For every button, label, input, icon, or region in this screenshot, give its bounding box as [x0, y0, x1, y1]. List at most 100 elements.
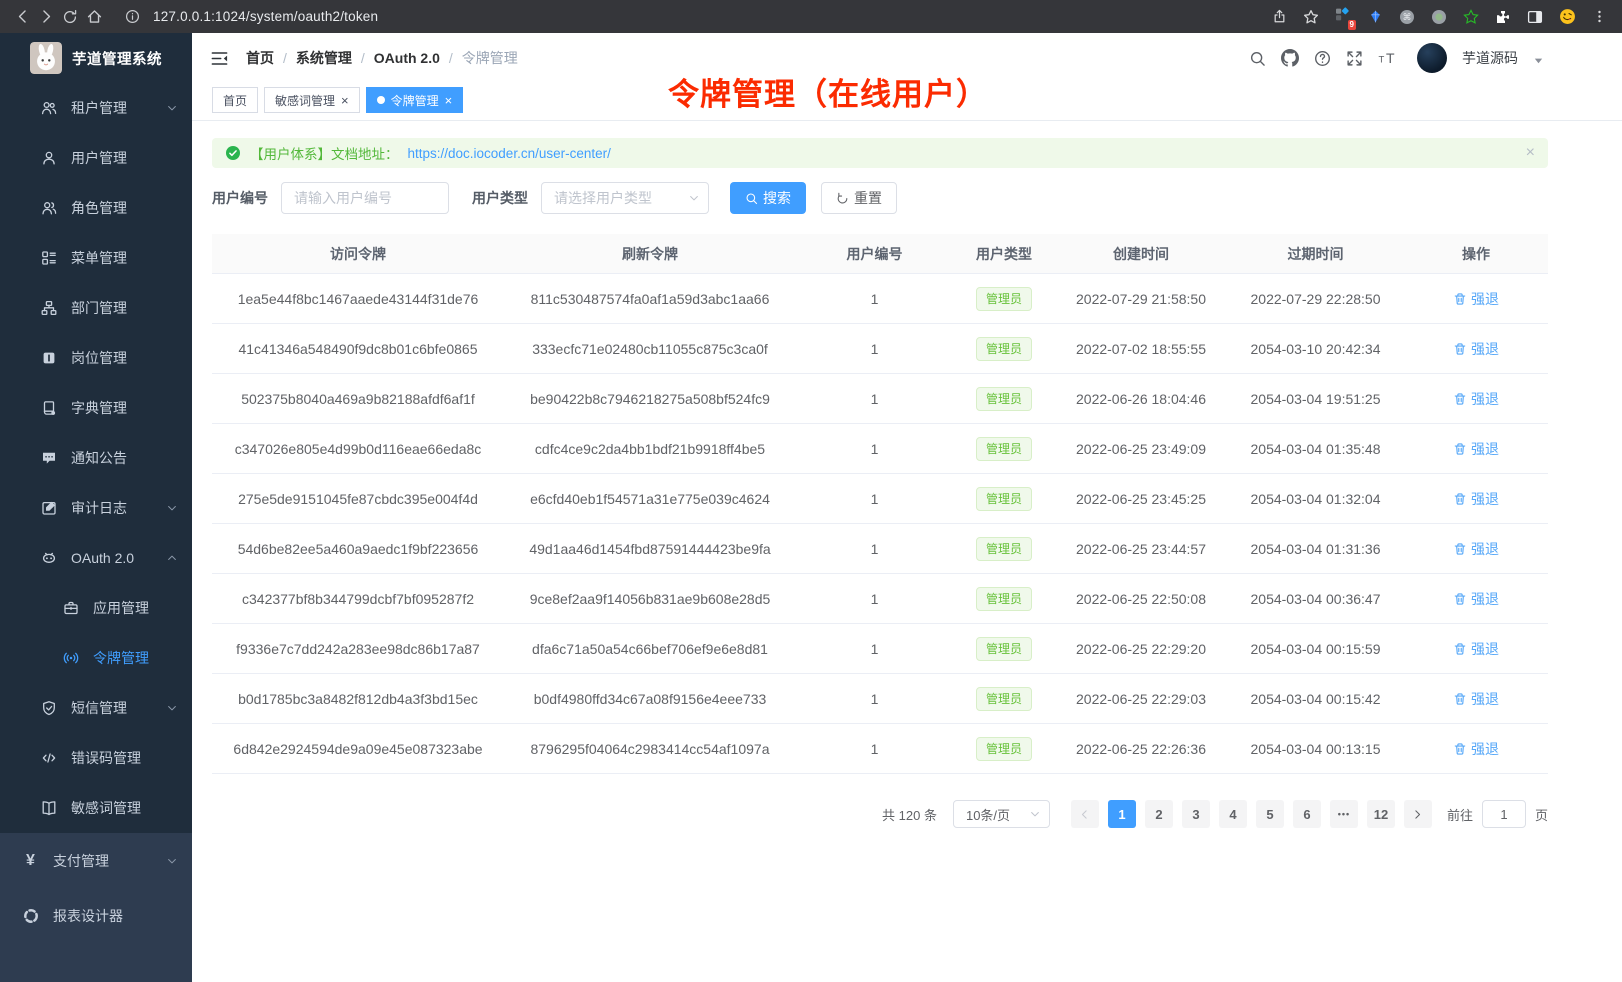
- goto-page-input[interactable]: [1482, 800, 1526, 828]
- bookmark-star-icon[interactable]: [1302, 8, 1320, 26]
- page-button-2[interactable]: 2: [1145, 800, 1173, 828]
- site-info-icon[interactable]: [120, 5, 144, 29]
- force-logout-button[interactable]: 强退: [1453, 589, 1499, 609]
- fullscreen-icon[interactable]: [1346, 50, 1363, 67]
- sidebar-item-notice[interactable]: 通知公告: [0, 433, 192, 483]
- force-logout-button[interactable]: 强退: [1453, 439, 1499, 459]
- active-tab-dot: [377, 96, 385, 104]
- sidebar-item-audit[interactable]: 审计日志: [0, 483, 192, 533]
- alert-close-icon[interactable]: ×: [1526, 145, 1535, 161]
- page-button-5[interactable]: 5: [1256, 800, 1284, 828]
- force-logout-button[interactable]: 强退: [1453, 639, 1499, 659]
- sidebar-toggle-icon[interactable]: [210, 49, 229, 68]
- search-button[interactable]: 搜索: [730, 182, 806, 214]
- browser-url[interactable]: 127.0.0.1:1024/system/oauth2/token: [153, 9, 378, 24]
- sidebar-item-pay[interactable]: ¥支付管理: [0, 833, 192, 888]
- breadcrumb-item[interactable]: 首页: [246, 48, 274, 68]
- doc-link[interactable]: https://doc.iocoder.cn/user-center/: [408, 146, 611, 161]
- page-button-12[interactable]: 12: [1367, 800, 1395, 828]
- caret-down-icon[interactable]: [1533, 55, 1544, 66]
- sidebar-item-errcode[interactable]: 错误码管理: [0, 733, 192, 783]
- next-page-button[interactable]: [1404, 800, 1432, 828]
- puzzle-extension-icon[interactable]: [1494, 8, 1512, 26]
- force-logout-button[interactable]: 强退: [1453, 489, 1499, 509]
- force-logout-button[interactable]: 强退: [1453, 389, 1499, 409]
- sidebar-item-oauth2[interactable]: OAuth 2.0: [0, 533, 192, 583]
- sidebar-item-post[interactable]: 岗位管理: [0, 333, 192, 383]
- action-cell: 强退: [1404, 424, 1548, 474]
- sidebar-panel-icon[interactable]: [1526, 8, 1544, 26]
- audit-icon: [40, 500, 57, 517]
- browser-forward-icon[interactable]: [34, 5, 58, 29]
- user-id-cell: 1: [796, 324, 953, 374]
- sidebar-item-label: 报表设计器: [53, 906, 123, 926]
- page-button-4[interactable]: 4: [1219, 800, 1247, 828]
- token-table: 访问令牌刷新令牌用户编号用户类型创建时间过期时间操作 1ea5e44f8bc14…: [212, 234, 1548, 774]
- sidebar-item-dept[interactable]: 部门管理: [0, 283, 192, 333]
- page-ellipsis[interactable]: •••: [1330, 800, 1358, 828]
- user-type-cell: 管理员: [953, 474, 1055, 524]
- record-extension-icon[interactable]: [1430, 8, 1448, 26]
- expire-time-cell: 2054-03-04 19:51:25: [1227, 374, 1404, 424]
- avatar[interactable]: [1417, 43, 1447, 73]
- tab-close-icon[interactable]: ×: [341, 94, 349, 107]
- gem-extension-icon[interactable]: [1366, 8, 1384, 26]
- browser-home-icon[interactable]: [82, 5, 106, 29]
- profile-avatar-icon[interactable]: [1558, 8, 1576, 26]
- share-icon[interactable]: [1270, 8, 1288, 26]
- font-size-icon[interactable]: TT: [1378, 50, 1398, 66]
- sidebar-item-menu[interactable]: 菜单管理: [0, 233, 192, 283]
- user-type-badge: 管理员: [976, 537, 1032, 561]
- tab-close-icon[interactable]: ×: [445, 94, 453, 107]
- sidebar-item-oauth2-app[interactable]: 应用管理: [0, 583, 192, 633]
- chevron-down-icon: [166, 702, 178, 714]
- star-extension-icon[interactable]: [1462, 8, 1480, 26]
- breadcrumb-item[interactable]: OAuth 2.0: [374, 50, 440, 66]
- page-button-6[interactable]: 6: [1293, 800, 1321, 828]
- tab-首页[interactable]: 首页: [212, 87, 258, 113]
- page-button-3[interactable]: 3: [1182, 800, 1210, 828]
- content: 【用户体系】文档地址： https://doc.iocoder.cn/user-…: [192, 121, 1622, 828]
- page-button-1[interactable]: 1: [1108, 800, 1136, 828]
- user-id-input[interactable]: [281, 182, 449, 214]
- page-size-select[interactable]: 10条/页: [953, 800, 1050, 828]
- search-icon[interactable]: [1249, 50, 1266, 67]
- app-logo[interactable]: 芋道管理系统: [0, 33, 192, 83]
- browser-url-bar[interactable]: 127.0.0.1:1024/system/oauth2/token: [106, 5, 1270, 29]
- breadcrumb-item[interactable]: 系统管理: [296, 48, 352, 68]
- prev-page-button[interactable]: [1071, 800, 1099, 828]
- force-logout-button[interactable]: 强退: [1453, 539, 1499, 559]
- sidebar-item-sms[interactable]: 短信管理: [0, 683, 192, 733]
- create-time-cell: 2022-06-25 23:49:09: [1055, 424, 1227, 474]
- browser-menu-dots-icon[interactable]: [1590, 8, 1608, 26]
- browser-back-icon[interactable]: [10, 5, 34, 29]
- force-logout-button[interactable]: 强退: [1453, 739, 1499, 759]
- sidebar-item-report[interactable]: 报表设计器: [0, 888, 192, 943]
- extension-manager-icon[interactable]: 9: [1334, 8, 1352, 26]
- breadcrumb-item[interactable]: 令牌管理: [462, 48, 518, 68]
- sidebar-item-sensitive[interactable]: 敏感词管理: [0, 783, 192, 833]
- force-logout-button[interactable]: 强退: [1453, 339, 1499, 359]
- force-logout-button[interactable]: 强退: [1453, 689, 1499, 709]
- help-icon[interactable]: [1314, 50, 1331, 67]
- create-time-cell: 2022-06-25 22:29:20: [1055, 624, 1227, 674]
- sidebar-item-role[interactable]: 角色管理: [0, 183, 192, 233]
- sidebar-item-dict[interactable]: 字典管理: [0, 383, 192, 433]
- github-icon[interactable]: [1281, 49, 1299, 67]
- user-type-select[interactable]: [541, 182, 709, 214]
- sidebar-item-user[interactable]: 用户管理: [0, 133, 192, 183]
- user-type-badge: 管理员: [976, 387, 1032, 411]
- reset-button[interactable]: 重置: [821, 182, 897, 214]
- create-time-cell: 2022-07-02 18:55:55: [1055, 324, 1227, 374]
- tab-敏感词管理[interactable]: 敏感词管理×: [264, 87, 360, 113]
- sidebar-item-label: 敏感词管理: [71, 798, 141, 818]
- user-type-cell: 管理员: [953, 524, 1055, 574]
- tab-令牌管理[interactable]: 令牌管理×: [366, 87, 464, 113]
- browser-reload-icon[interactable]: [58, 5, 82, 29]
- code-icon: [40, 750, 57, 767]
- user-name[interactable]: 芋道源码: [1462, 48, 1518, 68]
- sidebar-item-tenant[interactable]: 租户管理: [0, 83, 192, 133]
- command-extension-icon[interactable]: ⌘: [1398, 8, 1416, 26]
- force-logout-button[interactable]: 强退: [1453, 289, 1499, 309]
- sidebar-item-oauth2-token[interactable]: 令牌管理: [0, 633, 192, 683]
